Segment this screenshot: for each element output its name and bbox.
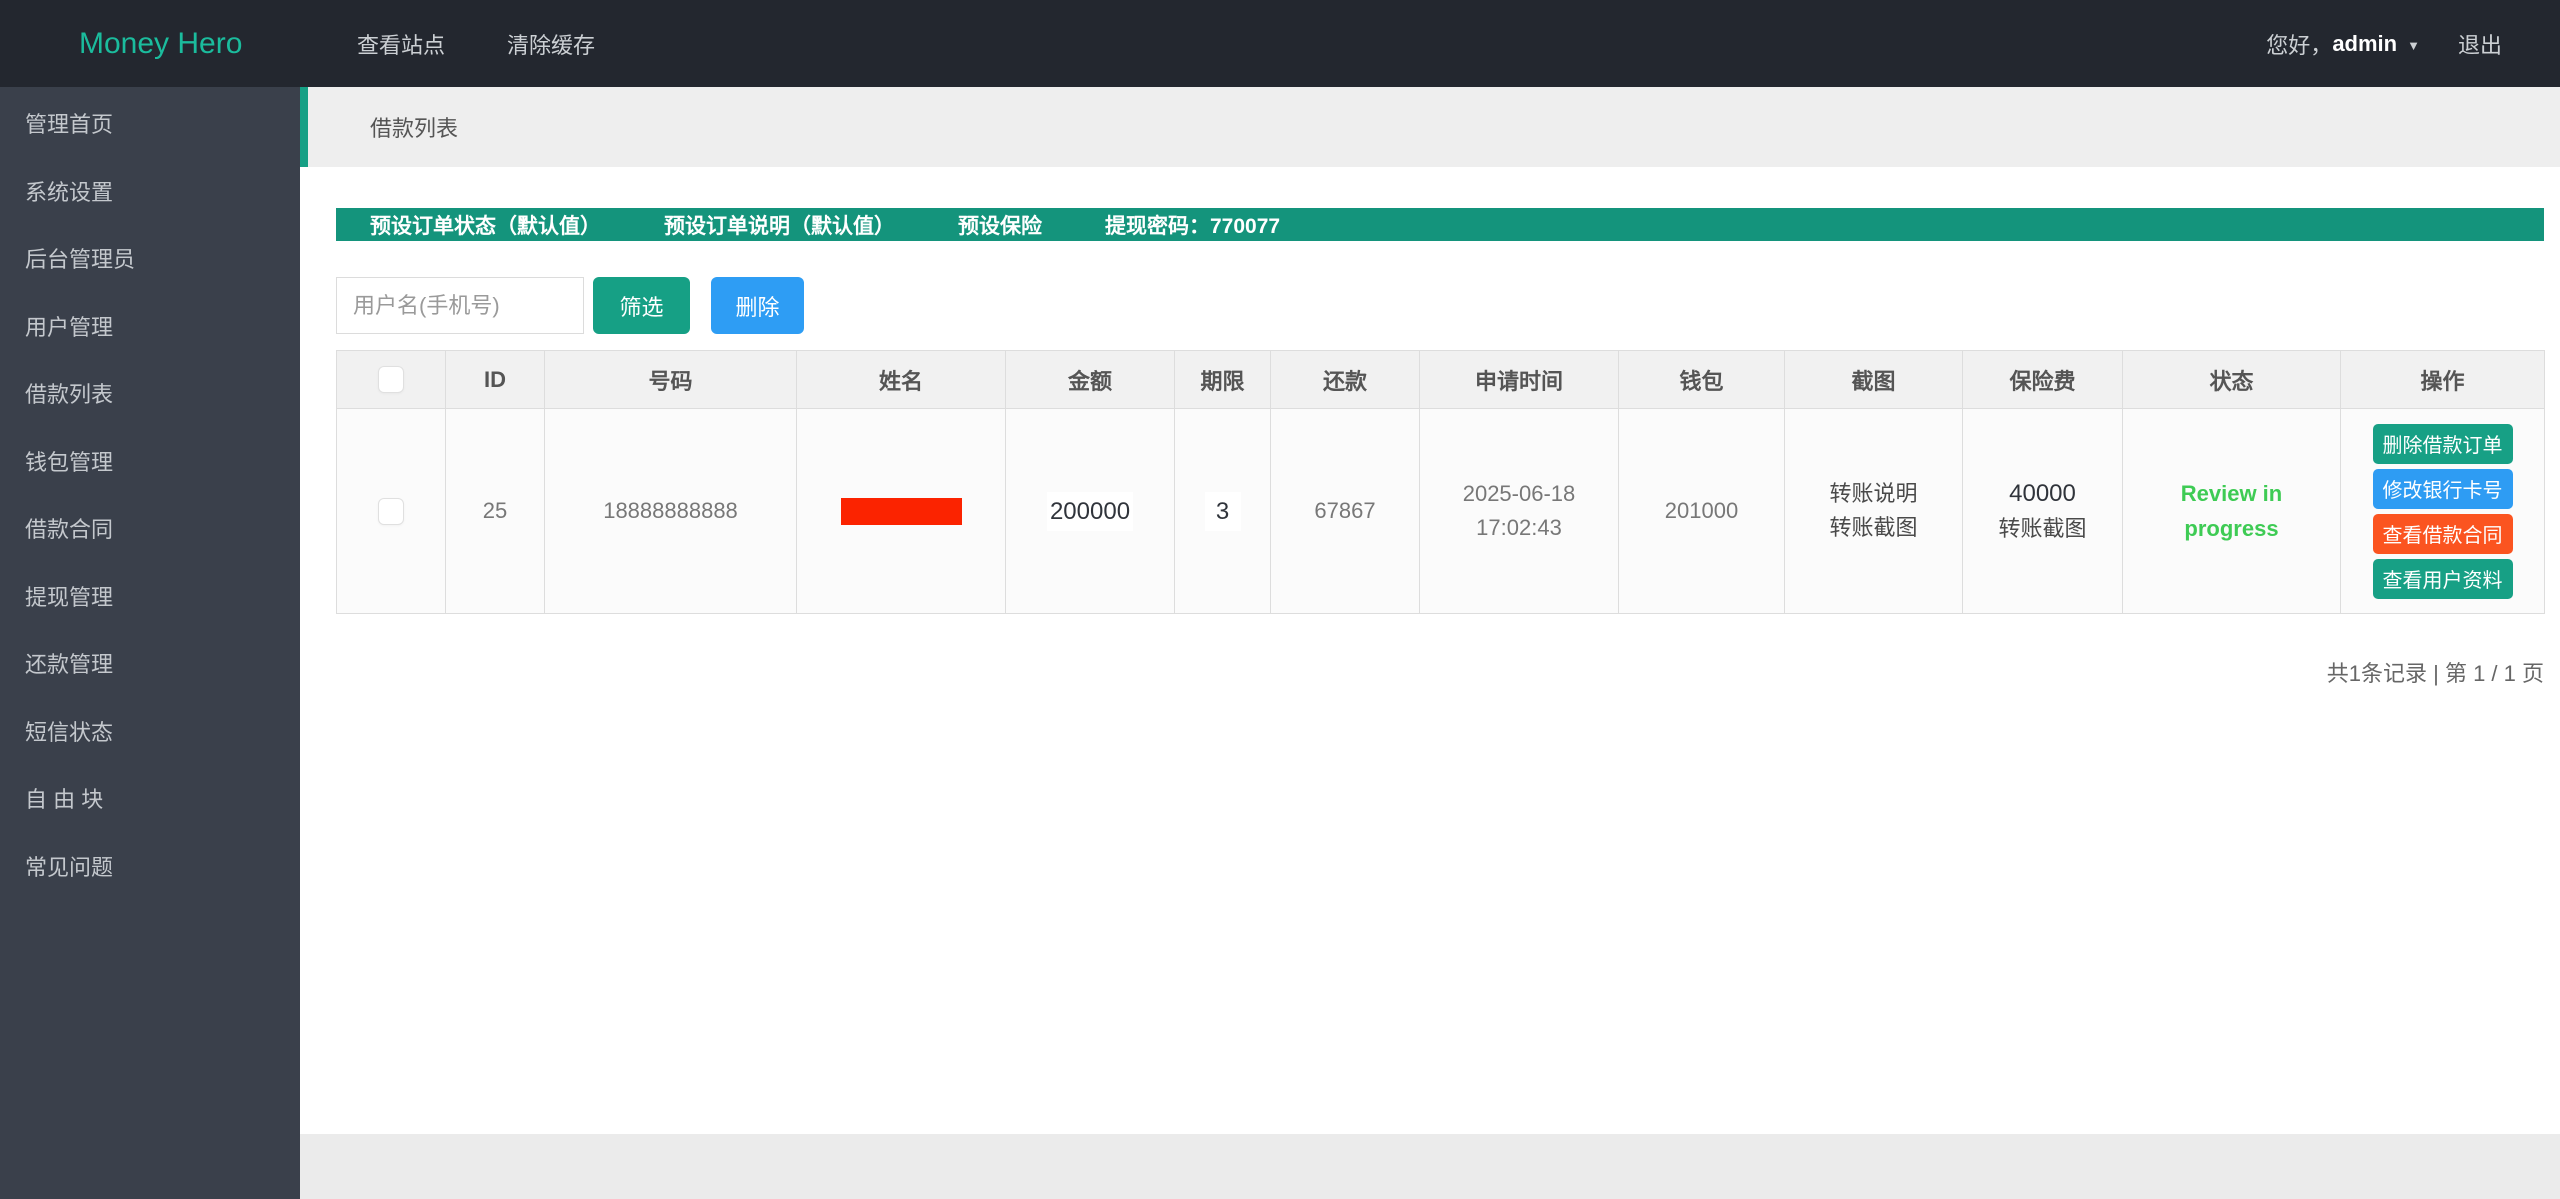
- content: 预设订单状态（默认值） 预设订单说明（默认值） 预设保险 提现密码：770077…: [300, 208, 2560, 688]
- page-title: 借款列表: [370, 116, 459, 141]
- cell-name: [796, 408, 1006, 614]
- cell-select: [336, 408, 446, 614]
- breadcrumb: 借款列表: [300, 87, 2560, 167]
- transfer-note-link[interactable]: 转账说明: [1785, 477, 1962, 511]
- header-wallet: 钱包: [1618, 350, 1785, 409]
- cell-term: 3: [1174, 408, 1271, 614]
- withdraw-password-label: 提现密码：770077: [1105, 214, 1281, 238]
- sidebar-item-withdrawals[interactable]: 提现管理: [0, 564, 300, 632]
- chevron-down-icon: ▼: [2407, 37, 2420, 53]
- insurance-fee-input[interactable]: 40000: [1963, 476, 2122, 512]
- apply-time: 17:02:43: [1476, 515, 1562, 540]
- header-insurance-fee: 保险费: [1962, 350, 2123, 409]
- header-amount: 金额: [1005, 350, 1175, 409]
- table-row: 25 18888888888 200000 3 67867 2025-06-18…: [336, 408, 2545, 614]
- app-logo[interactable]: Money Hero: [79, 27, 242, 61]
- cell-status: Review in progress: [2122, 408, 2341, 614]
- select-all-checkbox[interactable]: [378, 366, 404, 393]
- sidebar-item-sms-status[interactable]: 短信状态: [0, 699, 300, 767]
- cell-actions: 删除借款订单 修改银行卡号 查看借款合同 查看用户资料: [2340, 408, 2545, 614]
- sidebar-item-wallets[interactable]: 钱包管理: [0, 429, 300, 497]
- insurance-screenshot-link[interactable]: 转账截图: [1963, 512, 2122, 546]
- sidebar-item-dashboard[interactable]: 管理首页: [0, 91, 300, 159]
- top-bar: Money Hero 查看站点 清除缓存 您好， admin ▼ 退出: [0, 0, 2560, 87]
- top-menu: 查看站点 清除缓存: [357, 28, 595, 60]
- cell-amount: 200000: [1005, 408, 1175, 614]
- top-menu-clear-cache[interactable]: 清除缓存: [507, 28, 595, 60]
- username: admin: [2332, 30, 2398, 56]
- header-screenshot: 截图: [1784, 350, 1963, 409]
- header-status: 状态: [2122, 350, 2341, 409]
- cell-screenshot: 转账说明 转账截图: [1784, 408, 1963, 614]
- cell-apply-time: 2025-06-18 17:02:43: [1419, 408, 1619, 614]
- greeting-text: 您好，: [2266, 32, 2333, 58]
- pagination-info: 共1条记录 | 第 1 / 1 页: [2326, 661, 2544, 686]
- row-checkbox[interactable]: [378, 497, 404, 525]
- cell-id: 25: [445, 408, 545, 614]
- logout-button[interactable]: 退出: [2458, 28, 2502, 60]
- top-right-area: 您好， admin ▼ 退出: [2266, 28, 2502, 60]
- top-menu-view-site[interactable]: 查看站点: [357, 28, 445, 60]
- delete-loan-order-button[interactable]: 删除借款订单: [2372, 423, 2513, 464]
- view-loan-contract-button[interactable]: 查看借款合同: [2372, 513, 2513, 554]
- term-input[interactable]: 3: [1204, 491, 1241, 531]
- sidebar-item-loan-contracts[interactable]: 借款合同: [0, 496, 300, 564]
- sidebar: 管理首页 系统设置 后台管理员 用户管理 借款列表 钱包管理 借款合同 提现管理…: [0, 87, 300, 1199]
- footer-strip: [300, 1134, 2560, 1199]
- preset-insurance-link[interactable]: 预设保险: [958, 210, 1042, 240]
- cell-phone: 18888888888: [544, 408, 797, 614]
- search-input[interactable]: [336, 277, 584, 334]
- amount-input[interactable]: 200000: [1047, 491, 1133, 531]
- header-select-all: [336, 350, 446, 409]
- filter-button[interactable]: 筛选: [593, 277, 690, 334]
- header-repayment: 还款: [1270, 350, 1420, 409]
- header-actions: 操作: [2340, 350, 2545, 409]
- sidebar-item-users[interactable]: 用户管理: [0, 294, 300, 362]
- header-term: 期限: [1174, 350, 1271, 409]
- sidebar-item-free-blocks[interactable]: 自 由 块: [0, 766, 300, 834]
- edit-bank-card-button[interactable]: 修改银行卡号: [2372, 468, 2513, 509]
- preset-order-note-link[interactable]: 预设订单说明（默认值）: [664, 210, 895, 240]
- header-phone: 号码: [544, 350, 797, 409]
- main-area: 借款列表 预设订单状态（默认值） 预设订单说明（默认值） 预设保险 提现密码：7…: [300, 87, 2560, 1199]
- apply-date: 2025-06-18: [1462, 480, 1576, 506]
- status-badge: Review in progress: [2180, 480, 2283, 541]
- sidebar-item-repayments[interactable]: 还款管理: [0, 631, 300, 699]
- preset-order-status-link[interactable]: 预设订单状态（默认值）: [370, 210, 601, 240]
- cell-repayment: 67867: [1270, 408, 1420, 614]
- delete-button[interactable]: 删除: [711, 277, 804, 334]
- table-header-row: ID 号码 姓名 金额 期限 还款 申请时间 钱包 截图 保险费 状态 操作: [336, 350, 2545, 409]
- sidebar-item-loan-list[interactable]: 借款列表: [0, 361, 300, 429]
- user-dropdown[interactable]: 您好， admin ▼: [2266, 28, 2420, 60]
- loans-table: ID 号码 姓名 金额 期限 还款 申请时间 钱包 截图 保险费 状态 操作 2…: [336, 350, 2545, 614]
- name-redacted-block: [840, 497, 962, 525]
- sidebar-item-admins[interactable]: 后台管理员: [0, 226, 300, 294]
- view-user-profile-button[interactable]: 查看用户资料: [2372, 558, 2513, 599]
- presets-bar: 预设订单状态（默认值） 预设订单说明（默认值） 预设保险 提现密码：770077: [336, 208, 2544, 241]
- sidebar-item-faq[interactable]: 常见问题: [0, 834, 300, 902]
- search-row: 筛选 删除: [336, 277, 2544, 334]
- header-id: ID: [445, 350, 545, 409]
- cell-wallet: 201000: [1618, 408, 1785, 614]
- cell-insurance-fee: 40000 转账截图: [1962, 408, 2123, 614]
- sidebar-item-system-settings[interactable]: 系统设置: [0, 159, 300, 227]
- transfer-screenshot-link[interactable]: 转账截图: [1785, 511, 1962, 545]
- header-apply-time: 申请时间: [1419, 350, 1619, 409]
- header-name: 姓名: [796, 350, 1006, 409]
